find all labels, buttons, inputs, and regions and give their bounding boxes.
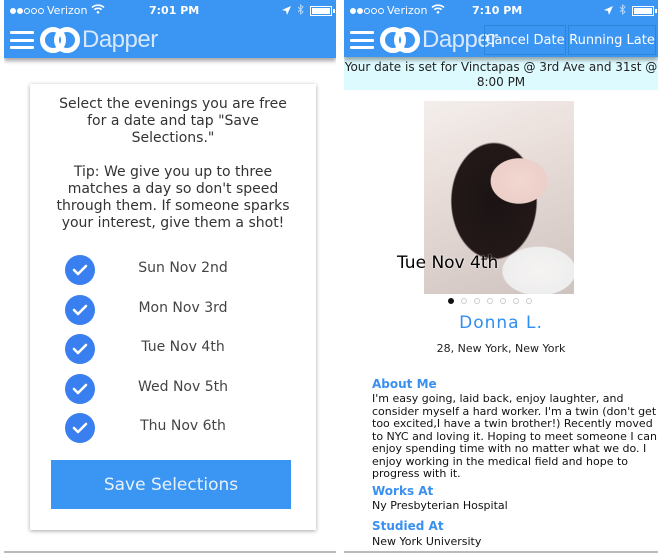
menu-button[interactable] (10, 31, 34, 49)
date-label: Thu Nov 6th (140, 418, 226, 434)
logo-rings-icon (380, 27, 420, 53)
checkmark-icon[interactable] (65, 413, 95, 443)
carrier-name: Verizon (47, 4, 88, 17)
date-label: Wed Nov 5th (137, 378, 228, 395)
app-name: Dapper (82, 26, 158, 53)
studied-heading: Studied At (372, 519, 444, 533)
date-option[interactable]: Thu Nov 6th (30, 411, 316, 451)
bluetooth-icon (297, 3, 304, 18)
cancel-date-button[interactable]: Cancel Date (484, 25, 566, 55)
bluetooth-icon (619, 3, 626, 18)
pager-dot[interactable] (461, 298, 467, 304)
logo-rings-icon (40, 27, 80, 53)
status-time: 7:10 PM (472, 4, 523, 17)
pager-dot[interactable] (526, 298, 532, 304)
status-bar: Verizon 7:10 PM (344, 0, 658, 22)
wifi-icon (430, 4, 445, 17)
date-label: Mon Nov 3rd (138, 299, 228, 316)
location-arrow-icon (282, 5, 291, 18)
tip-text: Tip: We give you up to three matches a d… (56, 164, 290, 231)
date-confirmation-banner: Your date is set for Vinctapas @ 3rd Ave… (344, 57, 658, 90)
date-details-screen: Verizon 7:10 PM Dapper Cancel Date Runni… (344, 0, 658, 553)
instructions: Select the evenings you are free for a d… (30, 96, 316, 232)
battery-icon (310, 6, 335, 16)
date-selection-screen: Verizon 7:01 PM Dapper Select the evenin… (4, 0, 336, 553)
status-time: 7:01 PM (149, 4, 200, 17)
studied-value: New York University (372, 535, 482, 548)
works-heading: Works At (372, 484, 434, 498)
app-header: Verizon 7:10 PM Dapper Cancel Date Runni… (344, 0, 658, 57)
photo-pager[interactable] (448, 298, 532, 304)
profile-name: Donna L. (459, 313, 543, 333)
app-logo: Dapper (380, 26, 498, 54)
checkmark-icon[interactable] (65, 255, 95, 285)
checkmark-icon[interactable] (65, 373, 95, 404)
running-late-button[interactable]: Running Late (568, 25, 656, 55)
checkmark-icon[interactable] (65, 334, 95, 364)
date-option[interactable]: Sun Nov 2nd (30, 253, 316, 293)
intro-text: Select the evenings you are free for a d… (59, 96, 287, 146)
signal-strength-icon (10, 7, 44, 14)
checkmark-icon[interactable] (65, 294, 95, 325)
date-label: Sun Nov 2nd (138, 260, 228, 276)
about-heading: About Me (372, 377, 437, 391)
works-value: Ny Presbyterian Hospital (372, 499, 508, 512)
pager-dot[interactable] (487, 298, 493, 304)
carrier-name: Verizon (387, 4, 428, 17)
date-list: Sun Nov 2nd Mon Nov 3rd Tue Nov 4th Wed … (30, 253, 316, 451)
date-option[interactable]: Tue Nov 4th (30, 332, 316, 372)
app-header: Verizon 7:01 PM Dapper (4, 0, 336, 58)
save-selections-button[interactable]: Save Selections (51, 460, 291, 509)
about-text: I'm easy going, laid back, enjoy laughte… (372, 392, 657, 480)
pager-dot[interactable] (448, 298, 454, 304)
app-logo: Dapper (40, 26, 158, 54)
battery-icon (632, 6, 657, 16)
menu-button[interactable] (350, 31, 374, 49)
date-option[interactable]: Mon Nov 3rd (30, 293, 316, 333)
availability-card: Select the evenings you are free for a d… (30, 84, 316, 530)
pager-dot[interactable] (513, 298, 519, 304)
date-label: Tue Nov 4th (141, 339, 225, 355)
profile-details: 28, New York, New York (436, 342, 566, 355)
location-arrow-icon (604, 5, 613, 18)
date-option[interactable]: Wed Nov 5th (30, 372, 316, 412)
wifi-icon (90, 4, 105, 17)
status-bar: Verizon 7:01 PM (4, 0, 336, 22)
signal-strength-icon (350, 7, 384, 14)
pager-dot[interactable] (500, 298, 506, 304)
photo-date-caption: Tue Nov 4th (397, 253, 499, 273)
pager-dot[interactable] (474, 298, 480, 304)
